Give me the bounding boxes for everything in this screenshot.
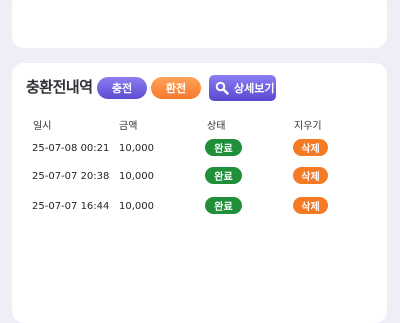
exchange-button[interactable]: 환전 — [151, 77, 201, 99]
table-row: 25-07-07 20:38 10,000 완료 삭제 — [0, 167, 400, 189]
delete-button[interactable]: 삭제 — [293, 167, 328, 184]
section-title: 충환전내역 — [26, 78, 93, 96]
table-row: 25-07-07 16:44 10,000 완료 삭제 — [0, 197, 400, 219]
column-header-amount: 금액 — [119, 121, 138, 132]
status-badge: 완료 — [205, 139, 242, 156]
row-datetime: 25-07-07 16:44 — [32, 201, 110, 212]
search-icon — [215, 81, 229, 95]
detail-button[interactable]: 상세보기 — [209, 75, 276, 101]
row-amount: 10,000 — [119, 201, 154, 212]
column-header-delete: 지우기 — [294, 121, 322, 132]
status-badge: 완료 — [205, 197, 242, 214]
row-datetime: 25-07-07 20:38 — [32, 171, 110, 182]
delete-button[interactable]: 삭제 — [293, 197, 328, 214]
delete-button[interactable]: 삭제 — [293, 139, 328, 156]
row-datetime: 25-07-08 00:21 — [32, 143, 110, 154]
column-header-status: 상태 — [207, 121, 226, 132]
table-row: 25-07-08 00:21 10,000 완료 삭제 — [0, 139, 400, 161]
row-amount: 10,000 — [119, 143, 154, 154]
charge-button[interactable]: 충전 — [97, 77, 147, 99]
detail-button-label: 상세보기 — [234, 82, 275, 95]
top-panel — [12, 0, 387, 48]
status-badge: 완료 — [205, 167, 242, 184]
row-amount: 10,000 — [119, 171, 154, 182]
column-header-datetime: 일시 — [33, 121, 52, 132]
history-panel — [12, 63, 387, 323]
